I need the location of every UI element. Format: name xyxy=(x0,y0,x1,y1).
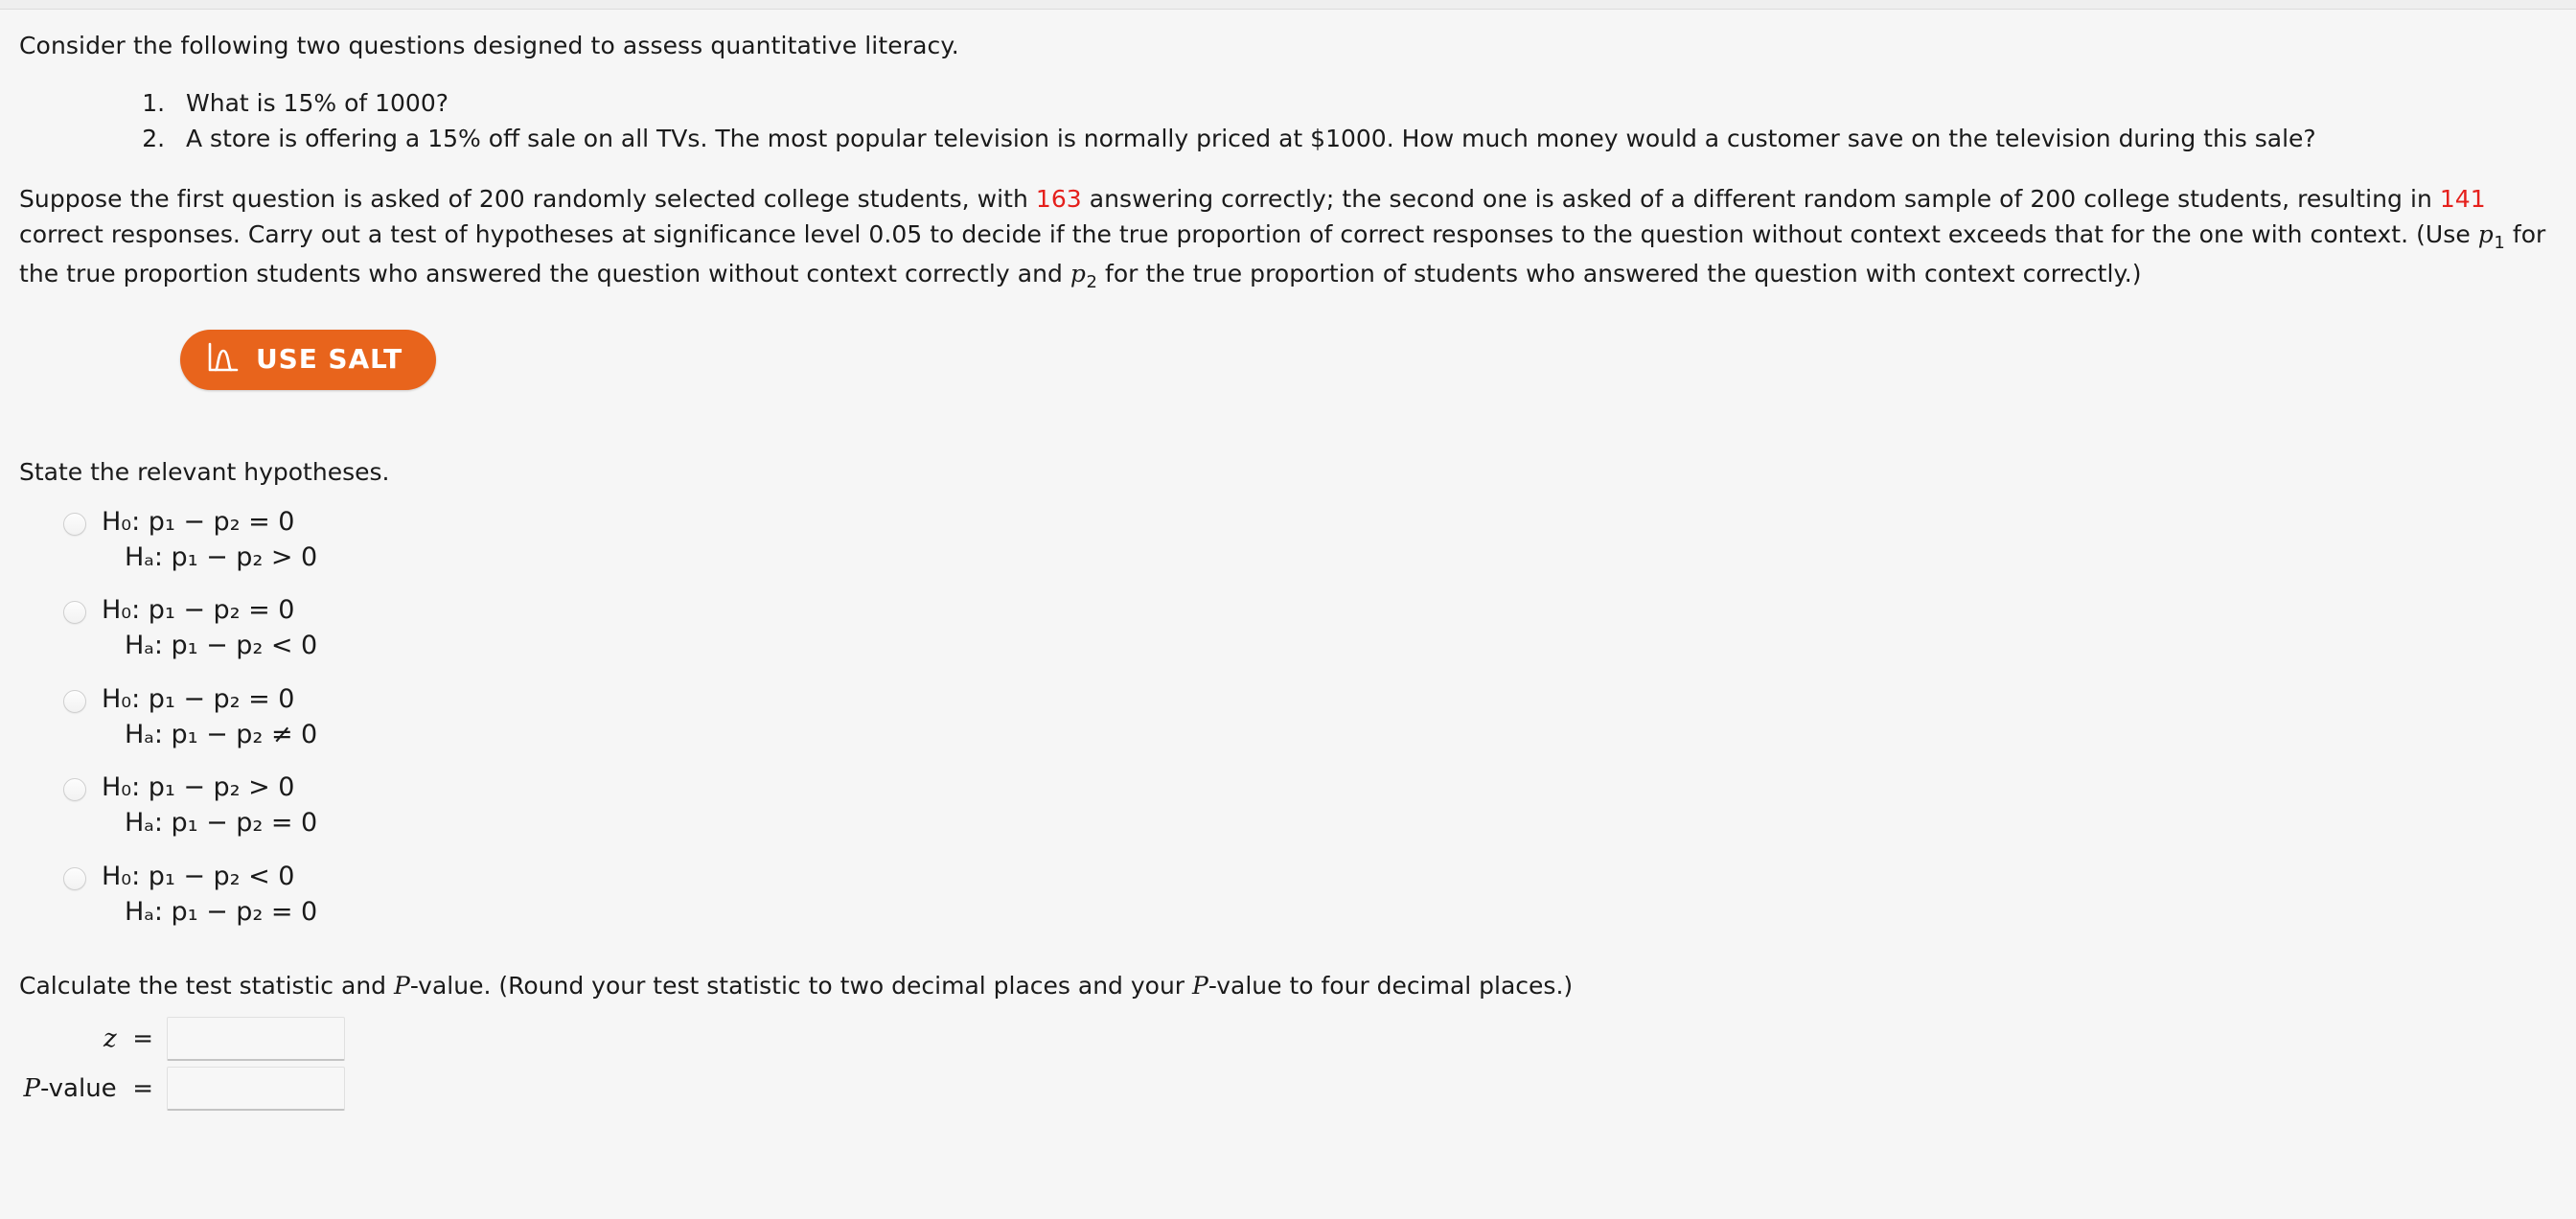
problem-text-part-2: answering correctly; the second one is a… xyxy=(1081,184,2440,213)
intro-text: Consider the following two questions des… xyxy=(19,32,959,59)
use-salt-button[interactable]: USE SALT xyxy=(180,330,437,391)
option-1-lines: H₀: p₁ − p₂ = 0 Hₐ: p₁ − p₂ > 0 xyxy=(102,504,317,576)
count-with-context: 141 xyxy=(2439,184,2486,213)
option-4-null: H₀: p₁ − p₂ > 0 xyxy=(102,772,295,803)
option-3-lines: H₀: p₁ − p₂ = 0 Hₐ: p₁ − p₂ ≠ 0 xyxy=(102,681,317,753)
option-2-null: H₀: p₁ − p₂ = 0 xyxy=(102,595,295,626)
option-2-alt: Hₐ: p₁ − p₂ < 0 xyxy=(125,631,318,661)
hypotheses-prompt: State the relevant hypotheses. xyxy=(19,458,390,487)
answer-row-z: z = xyxy=(19,1017,2576,1062)
radio-button-option-3[interactable] xyxy=(63,689,86,713)
variable-p2: p2 xyxy=(1070,260,1097,293)
pvalue-variable: P xyxy=(23,1074,40,1104)
calc-text-part-2: -value. (Round your test statistic to tw… xyxy=(409,972,1193,1000)
count-without-context: 163 xyxy=(1035,184,1082,213)
radio-button-option-1[interactable] xyxy=(63,512,86,536)
option-5-lines: H₀: p₁ − p₂ < 0 Hₐ: p₁ − p₂ = 0 xyxy=(102,859,317,931)
pvalue-label: P-value = xyxy=(19,1074,167,1103)
questions-list: What is 15% of 1000? A store is offering… xyxy=(19,87,2576,156)
radio-button-option-5[interactable] xyxy=(63,866,86,890)
answer-fields-group: z = P-value = xyxy=(19,1017,2576,1112)
option-4-lines: H₀: p₁ − p₂ > 0 Hₐ: p₁ − p₂ = 0 xyxy=(102,770,317,841)
radio-button-option-2[interactable] xyxy=(63,601,86,625)
distribution-curve-icon xyxy=(207,342,240,376)
z-variable: z xyxy=(103,1024,117,1054)
option-1-alt: Hₐ: p₁ − p₂ > 0 xyxy=(125,541,318,572)
option-3-null: H₀: p₁ − p₂ = 0 xyxy=(102,683,295,714)
variable-p1: p1 xyxy=(2477,220,2505,254)
radio-button-option-4[interactable] xyxy=(63,778,86,802)
top-header-strip xyxy=(0,0,2576,10)
calculate-prompt: Calculate the test statistic and P-value… xyxy=(19,972,2576,1000)
option-4-alt: Hₐ: p₁ − p₂ = 0 xyxy=(125,808,318,839)
problem-text-part-3: correct responses. Carry out a test of h… xyxy=(19,220,2478,248)
z-label: z = xyxy=(19,1024,167,1053)
pvalue-input[interactable] xyxy=(167,1067,345,1112)
calc-P-italic-2: P xyxy=(1192,972,1208,1000)
problem-statement: Suppose the first question is asked of 2… xyxy=(19,181,2559,296)
pvalue-equals: = xyxy=(132,1074,153,1104)
hypothesis-option-3[interactable]: H₀: p₁ − p₂ = 0 Hₐ: p₁ − p₂ ≠ 0 xyxy=(19,681,2576,753)
hypothesis-option-4[interactable]: H₀: p₁ − p₂ > 0 Hₐ: p₁ − p₂ = 0 xyxy=(19,770,2576,841)
salt-button-container: USE SALT xyxy=(19,330,2576,391)
use-salt-label: USE SALT xyxy=(256,343,403,376)
problem-text-part-5: for the true proportion of students who … xyxy=(1096,260,2142,288)
option-5-null: H₀: p₁ − p₂ < 0 xyxy=(102,861,295,891)
problem-text-part-1: Suppose the first question is asked of 2… xyxy=(19,184,1036,213)
pvalue-label-rest: -value xyxy=(39,1074,117,1104)
calc-P-italic-1: P xyxy=(393,972,410,1000)
option-5-alt: Hₐ: p₁ − p₂ = 0 xyxy=(125,896,318,927)
z-equals: = xyxy=(132,1024,153,1054)
hypothesis-option-5[interactable]: H₀: p₁ − p₂ < 0 Hₐ: p₁ − p₂ = 0 xyxy=(19,859,2576,931)
hypothesis-option-2[interactable]: H₀: p₁ − p₂ = 0 Hₐ: p₁ − p₂ < 0 xyxy=(19,592,2576,664)
option-2-lines: H₀: p₁ − p₂ = 0 Hₐ: p₁ − p₂ < 0 xyxy=(102,592,317,664)
question-item-1: What is 15% of 1000? xyxy=(172,87,2576,121)
z-input[interactable] xyxy=(167,1017,345,1062)
hypothesis-option-1[interactable]: H₀: p₁ − p₂ = 0 Hₐ: p₁ − p₂ > 0 xyxy=(19,504,2576,576)
option-1-null: H₀: p₁ − p₂ = 0 xyxy=(102,506,295,537)
calc-text-part-3: -value to four decimal places.) xyxy=(1208,972,1574,1000)
answer-row-pvalue: P-value = xyxy=(19,1067,2576,1112)
problem-page: Consider the following two questions des… xyxy=(0,31,2576,1112)
option-3-alt: Hₐ: p₁ − p₂ ≠ 0 xyxy=(125,719,318,749)
hypotheses-options-group: H₀: p₁ − p₂ = 0 Hₐ: p₁ − p₂ > 0 H₀: p₁ −… xyxy=(19,504,2576,931)
question-item-2: A store is offering a 15% off sale on al… xyxy=(172,123,2576,156)
calc-text-part-1: Calculate the test statistic and xyxy=(19,972,394,1000)
